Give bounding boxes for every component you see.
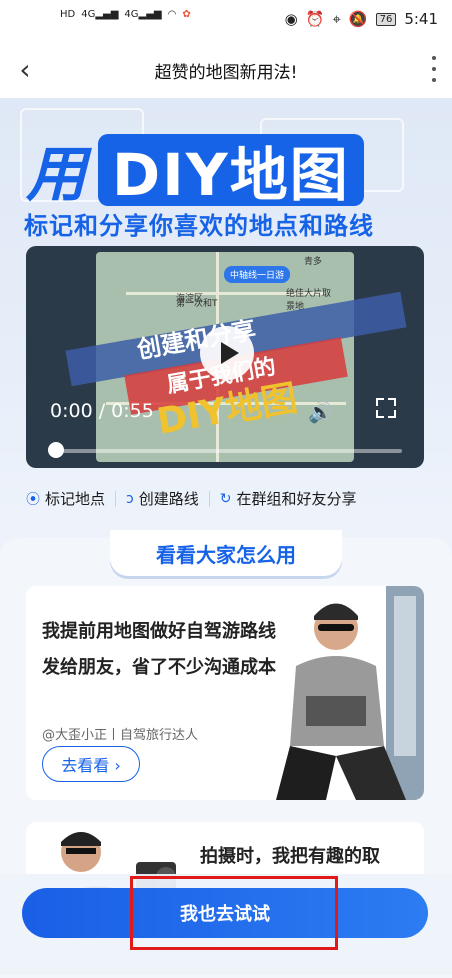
pin-icon: ⦿ <box>26 491 40 508</box>
view-button[interactable]: 去看看 › <box>42 746 140 782</box>
alarm-icon: ⏰ <box>305 10 325 28</box>
progress-track[interactable] <box>56 449 402 453</box>
map-route-pill: 中轴线一日游 <box>224 266 291 283</box>
signal-4g-icon-2: 4G▂▄▆ <box>124 9 162 20</box>
feature-label: 标记地点 <box>45 490 106 508</box>
status-right: ◉ ⏰ ⌖ 🔕 76 5:41 <box>285 10 438 28</box>
divider <box>208 490 210 507</box>
hero-title: 用 DIY地图 <box>26 126 364 213</box>
signal-4g-icon: 4G▂▄▆ <box>81 9 119 20</box>
hero-subtitle: 标记和分享你喜欢的地点和路线 <box>24 212 374 240</box>
feature-label: 在群组和好友分享 <box>236 490 357 508</box>
video-time: 0:00 / 0:55 <box>50 400 154 422</box>
feature-create-route: ↄ 创建路线 <box>126 488 199 509</box>
wifi-icon: ◠ <box>167 9 177 20</box>
feature-row: ⦿ 标记地点 ↄ 创建路线 ↻ 在群组和好友分享 <box>26 488 426 509</box>
card-quote: 我提前用地图做好自驾游路线发给朋友，省了不少沟通成本 <box>42 621 276 678</box>
status-bar: HD 4G▂▄▆ 4G▂▄▆ ◠ ✿ ◉ ⏰ ⌖ 🔕 76 5:41 <box>0 0 452 42</box>
location-icon: ⌖ <box>332 10 341 28</box>
divider <box>115 490 117 507</box>
mute-icon: 🔕 <box>348 10 368 28</box>
volume-icon[interactable]: 🔊 <box>308 400 333 424</box>
map-label-2: 第一次和T <box>176 299 218 309</box>
share-icon: ↻ <box>219 490 232 507</box>
route-icon: ↄ <box>126 490 134 507</box>
feature-label: 创建路线 <box>138 490 199 508</box>
person-photo <box>276 586 424 800</box>
clock: 5:41 <box>404 10 438 28</box>
feature-mark-places: ⦿ 标记地点 <box>26 488 105 509</box>
play-button-icon[interactable] <box>200 326 254 380</box>
progress-knob[interactable] <box>48 442 64 458</box>
card-quote-2: 拍摄时，我把有趣的取 <box>200 846 380 867</box>
more-options-icon[interactable] <box>430 56 438 82</box>
page-title: 超赞的地图新用法! <box>154 63 298 83</box>
network-indicators: HD 4G▂▄▆ 4G▂▄▆ ◠ ✿ <box>60 9 191 20</box>
section-title: 看看大家怎么用 <box>110 530 342 576</box>
battery-indicator: 76 <box>375 12 397 26</box>
card-author: @大歪小正丨自驾旅行达人 <box>42 728 199 743</box>
hero-title-highlight: DIY地图 <box>98 133 364 209</box>
app-header: ‹ 超赞的地图新用法! <box>0 42 452 98</box>
fullscreen-icon[interactable] <box>376 398 396 418</box>
use-case-card[interactable]: 我提前用地图做好自驾游路线发给朋友，省了不少沟通成本 @大歪小正丨自驾旅行达人 … <box>26 586 424 800</box>
hero-title-prefix: 用 <box>26 140 86 210</box>
eye-icon: ◉ <box>284 10 298 28</box>
try-it-button[interactable]: 我也去试试 <box>22 888 428 938</box>
hd-icon: HD <box>60 9 76 20</box>
video-player[interactable]: 海淀区 第一次和T 绝佳大片取景地 青多 中轴线一日游 创建和分享 属于我们的 … <box>26 246 424 468</box>
map-label-4: 青多 <box>304 257 323 267</box>
app-icon: ✿ <box>182 9 191 20</box>
feature-share: ↻ 在群组和好友分享 <box>220 488 357 509</box>
